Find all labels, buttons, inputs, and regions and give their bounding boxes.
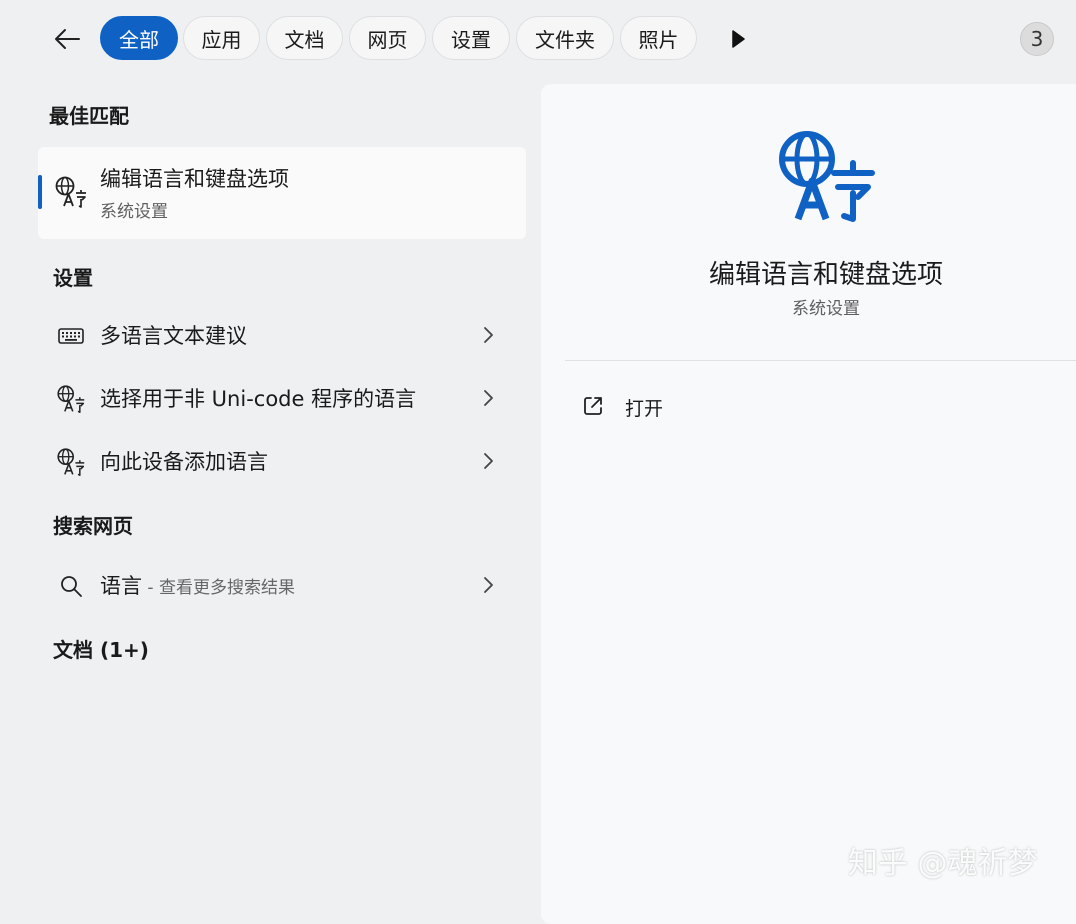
tab-folders[interactable]: 文件夹 xyxy=(516,16,614,60)
back-button[interactable] xyxy=(50,22,84,56)
selection-indicator xyxy=(38,175,42,209)
divider xyxy=(565,360,1076,361)
tab-apps[interactable]: 应用 xyxy=(183,16,260,60)
result-label: 多语言文本建议 xyxy=(100,324,247,348)
best-match-heading: 最佳匹配 xyxy=(49,104,129,128)
play-icon xyxy=(732,30,745,48)
settings-result-add-language[interactable]: 向此设备添加语言 xyxy=(40,433,526,489)
chevron-right-icon xyxy=(484,390,493,406)
chevron-right-icon xyxy=(484,577,493,593)
web-search-heading: 搜索网页 xyxy=(53,514,133,538)
language-icon xyxy=(55,176,86,208)
preview-title: 编辑语言和键盘选项 xyxy=(708,260,943,290)
settings-result-text-suggestions[interactable]: 多语言文本建议 xyxy=(40,307,526,363)
search-hint: - 查看更多搜索结果 xyxy=(142,578,295,598)
best-match-title: 编辑语言和键盘选项 xyxy=(100,167,289,191)
watermark: 知乎 @魂祈梦 xyxy=(848,846,1038,881)
result-label: 向此设备添加语言 xyxy=(100,450,268,474)
tab-photos[interactable]: 照片 xyxy=(620,16,697,60)
tab-settings[interactable]: 设置 xyxy=(432,16,510,60)
result-label: 选择用于非 Uni-code 程序的语言 xyxy=(100,387,417,411)
more-filters-button[interactable] xyxy=(724,24,752,54)
settings-result-unicode-language[interactable]: 选择用于非 Uni-code 程序的语言 xyxy=(40,370,526,426)
chevron-right-icon xyxy=(484,453,493,469)
web-search-result[interactable]: 语言 - 查看更多搜索结果 xyxy=(40,557,526,613)
open-label: 打开 xyxy=(625,398,664,420)
tab-documents[interactable]: 文档 xyxy=(266,16,343,60)
documents-heading[interactable]: 文档 (1+) xyxy=(53,634,149,663)
open-button[interactable]: 打开 xyxy=(577,386,777,424)
best-match-result[interactable]: 编辑语言和键盘选项 系统设置 xyxy=(38,147,526,239)
best-match-subtitle: 系统设置 xyxy=(100,202,168,222)
preview-pane: 编辑语言和键盘选项 系统设置 打开 xyxy=(541,84,1076,924)
search-query: 语言 xyxy=(100,574,142,598)
open-external-icon xyxy=(584,397,602,415)
language-icon xyxy=(779,131,875,222)
language-icon xyxy=(57,448,85,476)
settings-heading: 设置 xyxy=(53,266,93,290)
search-icon xyxy=(61,576,82,597)
tab-web[interactable]: 网页 xyxy=(349,16,426,60)
preview-subtitle: 系统设置 xyxy=(792,299,860,319)
chevron-right-icon xyxy=(484,327,493,343)
count-badge[interactable]: 3 xyxy=(1020,22,1054,56)
filter-bar: 全部 应用 文档 网页 设置 文件夹 照片 3 xyxy=(0,0,1076,80)
tab-all[interactable]: 全部 xyxy=(100,16,178,60)
arrow-left-icon xyxy=(55,29,80,49)
web-search-label: 语言 - 查看更多搜索结果 xyxy=(100,570,295,600)
keyboard-icon xyxy=(58,328,84,344)
language-icon xyxy=(57,385,85,413)
